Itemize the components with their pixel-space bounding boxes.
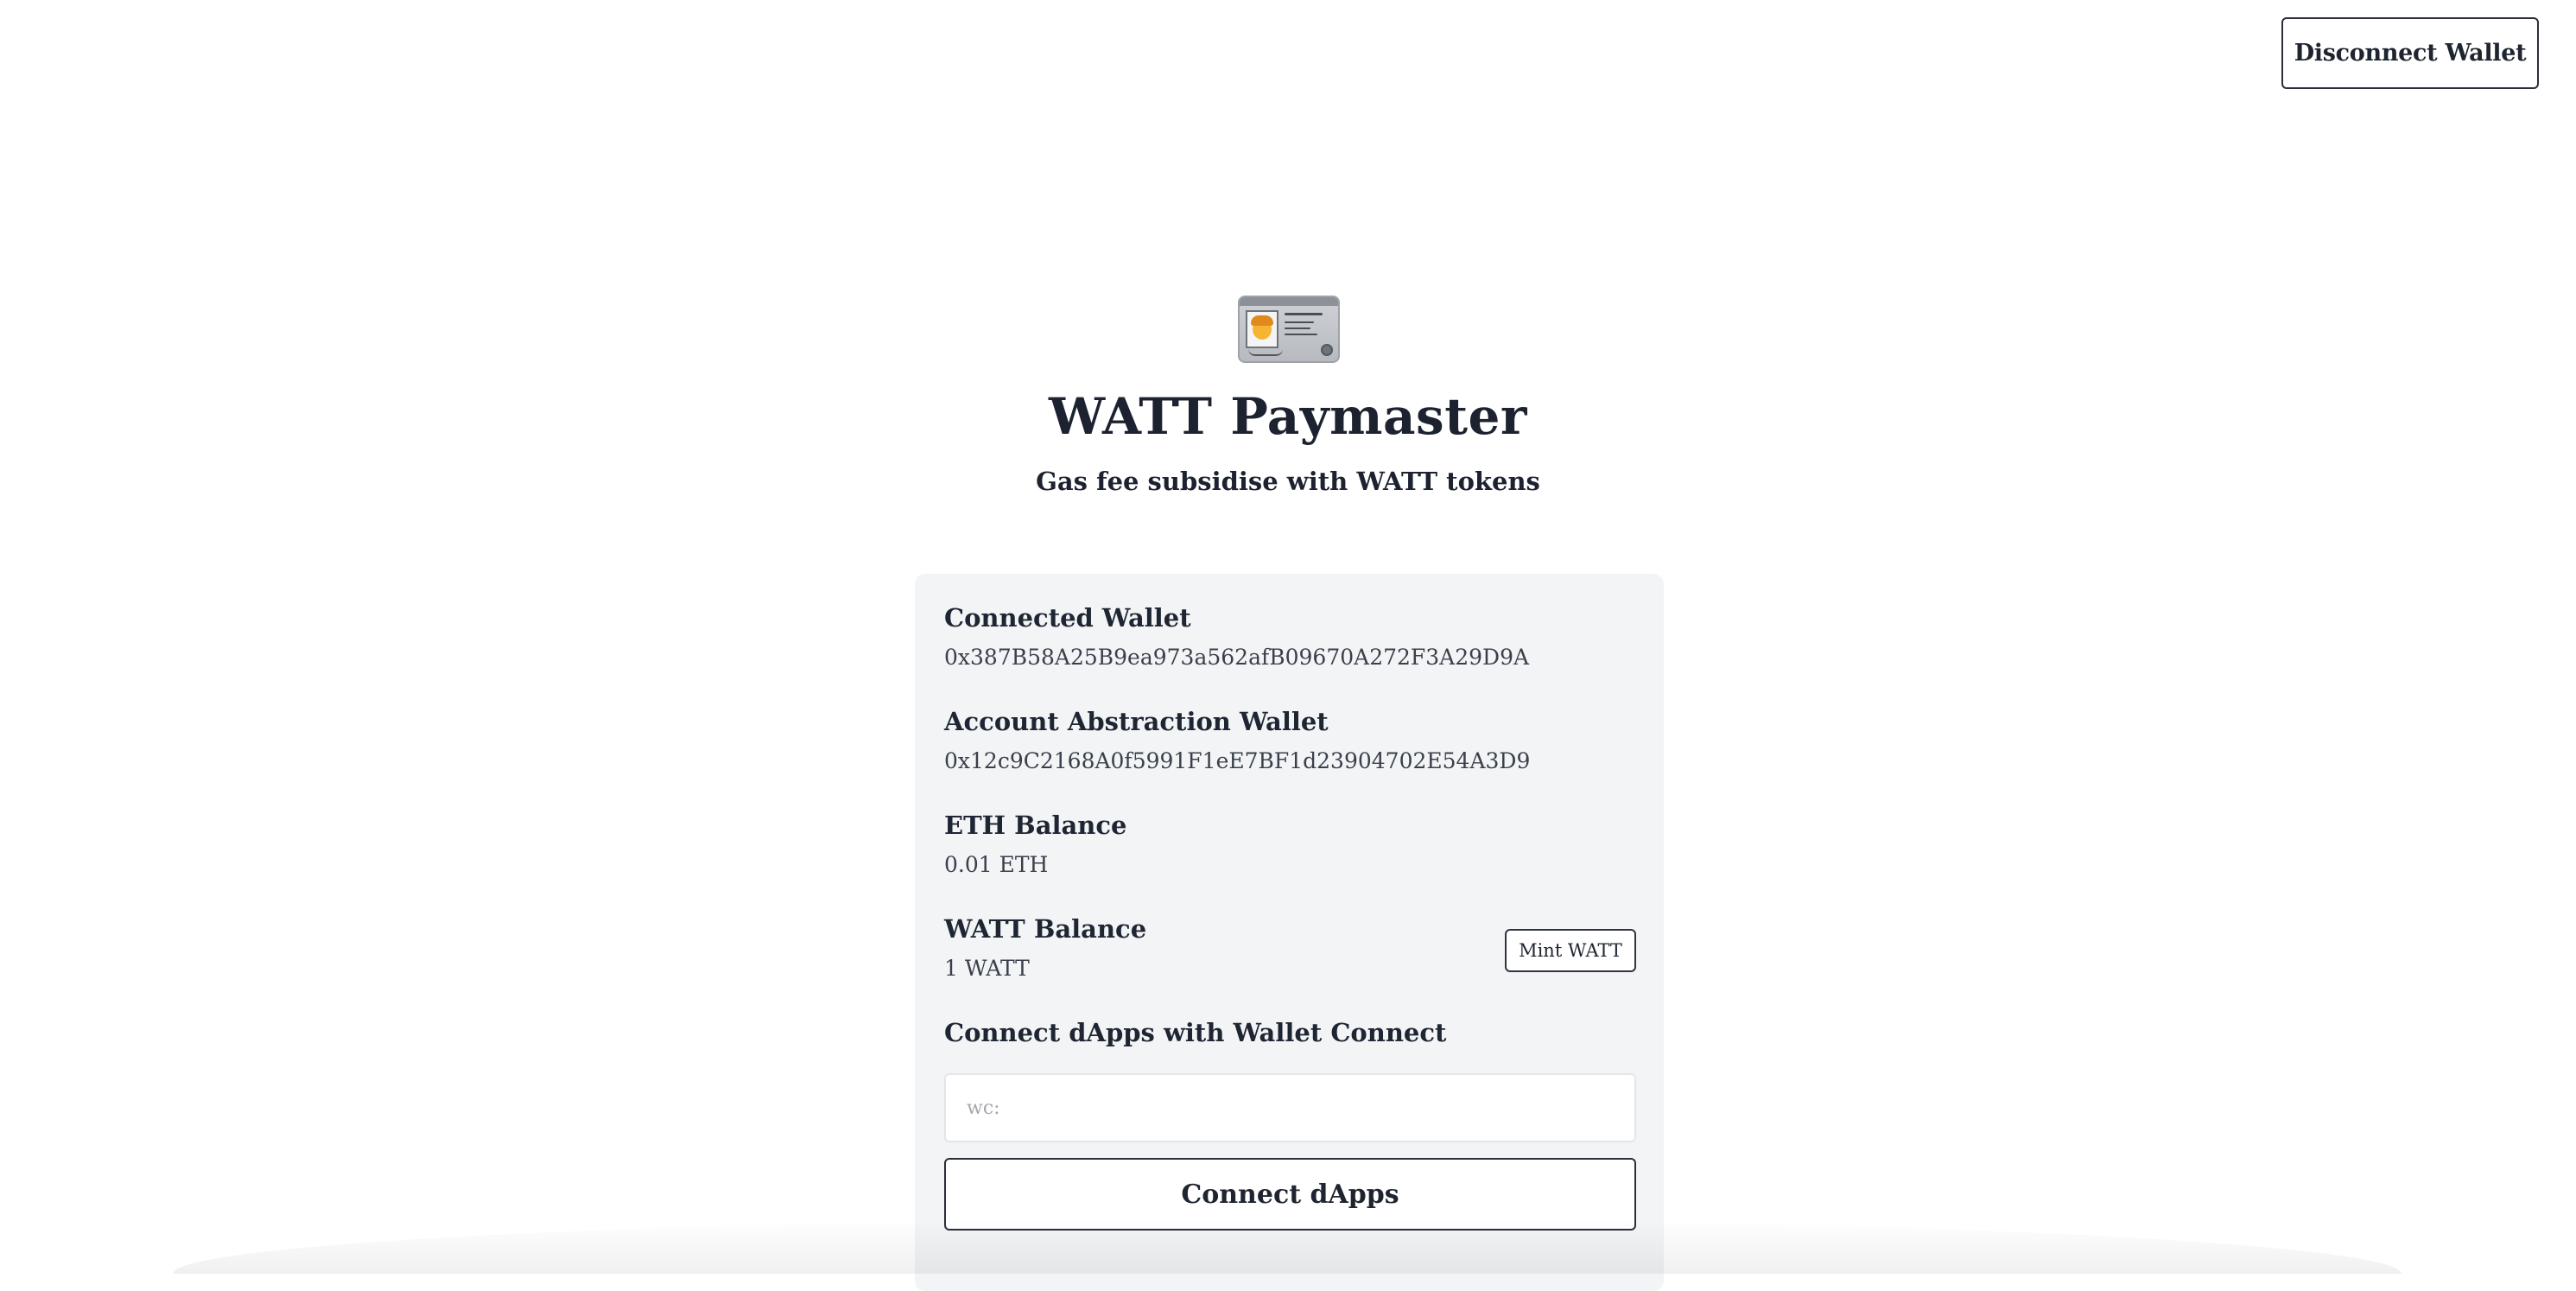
page-subtitle: Gas fee subsidise with WATT tokens — [1036, 467, 1540, 496]
id-card-icon — [1238, 296, 1340, 363]
id-card-band — [1240, 297, 1338, 306]
connect-dapps-button[interactable]: Connect dApps — [944, 1158, 1636, 1231]
wallet-connect-uri-input[interactable] — [944, 1073, 1636, 1142]
watt-balance-value: 1 WATT — [944, 956, 1030, 981]
id-card-line — [1285, 334, 1317, 335]
page-title: WATT Paymaster — [1049, 387, 1527, 446]
wallet-connect-label: Connect dApps with Wallet Connect — [944, 1018, 1447, 1047]
aa-wallet-label: Account Abstraction Wallet — [944, 707, 1329, 736]
disconnect-wallet-button[interactable]: Disconnect Wallet — [2281, 17, 2539, 89]
id-card-line — [1285, 313, 1323, 315]
connected-wallet-address: 0x387B58A25B9ea973a562afB09670A272F3A29D… — [944, 645, 1530, 670]
eth-balance-value: 0.01 ETH — [944, 852, 1049, 877]
id-card-line — [1285, 321, 1314, 323]
id-card-signature — [1248, 349, 1283, 356]
id-card-face — [1251, 315, 1273, 340]
aa-wallet-address: 0x12c9C2168A0f5991F1eE7BF1d23904702E54A3… — [944, 748, 1531, 773]
id-card-seal — [1321, 344, 1333, 356]
id-card-line — [1285, 328, 1310, 329]
id-card-photo — [1246, 310, 1278, 348]
wallet-panel: Connected Wallet 0x387B58A25B9ea973a562a… — [915, 574, 1664, 1291]
watt-balance-label: WATT Balance — [944, 914, 1147, 944]
eth-balance-label: ETH Balance — [944, 811, 1127, 840]
connected-wallet-label: Connected Wallet — [944, 603, 1191, 633]
mint-watt-button[interactable]: Mint WATT — [1505, 929, 1636, 972]
